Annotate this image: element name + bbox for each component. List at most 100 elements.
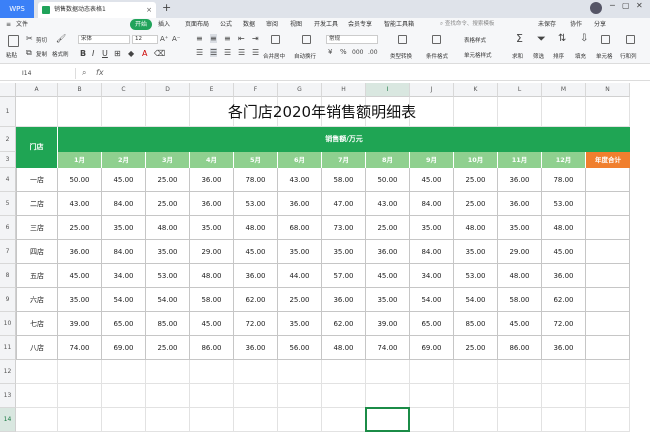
sales-value-cell[interactable]: 44.00 [278, 264, 322, 288]
minimize-icon[interactable]: ─ [610, 1, 615, 10]
sales-value-cell[interactable]: 58.00 [190, 288, 234, 312]
sales-value-cell[interactable]: 36.00 [542, 264, 586, 288]
sales-value-cell[interactable]: 45.00 [234, 240, 278, 264]
conditional-format-button[interactable]: 条件格式 [426, 52, 448, 60]
sales-value-cell[interactable]: 29.00 [190, 240, 234, 264]
align-right-icon[interactable]: ☰ [224, 48, 231, 57]
row-header-4[interactable]: 4 [0, 168, 16, 192]
sum-icon[interactable]: Σ [516, 33, 523, 44]
sales-value-cell[interactable]: 45.00 [498, 312, 542, 336]
store-name-cell[interactable]: 七店 [16, 312, 58, 336]
sales-value-cell[interactable]: 54.00 [410, 288, 454, 312]
column-header-a[interactable]: A [16, 83, 58, 97]
avatar[interactable] [590, 2, 602, 14]
row-header-2[interactable]: 2 [0, 127, 16, 152]
column-header-b[interactable]: B [58, 83, 102, 97]
font-grow-icon[interactable]: A⁺ [160, 35, 168, 44]
font-name-select[interactable]: 宋体 [78, 35, 130, 44]
column-header-k[interactable]: K [454, 83, 498, 97]
sales-value-cell[interactable]: 36.00 [278, 192, 322, 216]
collab-button[interactable]: 协作 [570, 18, 582, 31]
annual-total-cell[interactable] [586, 288, 630, 312]
sales-value-cell[interactable]: 35.00 [190, 216, 234, 240]
type-convert-icon[interactable] [398, 35, 407, 44]
table-style-button[interactable]: 表格样式 [464, 36, 486, 44]
menu-member[interactable]: 会员专享 [348, 18, 372, 31]
row-header-12[interactable]: 12 [0, 360, 16, 384]
menu-file[interactable]: 文件 [16, 18, 28, 31]
decimal-icon[interactable]: .00 [368, 48, 378, 57]
column-header-c[interactable]: C [102, 83, 146, 97]
italic-icon[interactable]: I [92, 49, 94, 58]
sales-value-cell[interactable]: 45.00 [190, 312, 234, 336]
menu-page-layout[interactable]: 页面布局 [185, 18, 209, 31]
annual-total-cell[interactable] [586, 216, 630, 240]
column-header-g[interactable]: G [278, 83, 322, 97]
sales-value-cell[interactable]: 25.00 [146, 168, 190, 192]
currency-icon[interactable]: ¥ [328, 48, 332, 57]
column-header-e[interactable]: E [190, 83, 234, 97]
paste-icon[interactable] [8, 35, 19, 47]
sales-value-cell[interactable]: 58.00 [322, 168, 366, 192]
sales-value-cell[interactable]: 45.00 [102, 168, 146, 192]
fx-icon[interactable]: fx [96, 67, 104, 78]
document-tab[interactable]: 销售数据动态表格1 × [38, 2, 156, 18]
merge-center-button[interactable]: 合并居中 [263, 52, 285, 60]
sales-value-cell[interactable]: 35.00 [410, 216, 454, 240]
sales-value-cell[interactable]: 54.00 [102, 288, 146, 312]
sales-value-cell[interactable]: 35.00 [278, 312, 322, 336]
sales-value-cell[interactable]: 65.00 [102, 312, 146, 336]
sales-value-cell[interactable]: 54.00 [146, 288, 190, 312]
column-header-f[interactable]: F [234, 83, 278, 97]
sales-value-cell[interactable]: 43.00 [366, 192, 410, 216]
annual-total-cell[interactable] [586, 312, 630, 336]
sales-value-cell[interactable]: 62.00 [542, 288, 586, 312]
row-header-3[interactable]: 3 [0, 152, 16, 168]
sales-value-cell[interactable]: 35.00 [146, 240, 190, 264]
sales-value-cell[interactable]: 65.00 [410, 312, 454, 336]
share-button[interactable]: 分享 [594, 18, 606, 31]
sales-value-cell[interactable]: 36.00 [542, 336, 586, 360]
menu-insert[interactable]: 插入 [158, 18, 170, 31]
sales-value-cell[interactable]: 35.00 [322, 240, 366, 264]
justify-icon[interactable]: ☰ [238, 48, 245, 57]
store-name-cell[interactable]: 三店 [16, 216, 58, 240]
sales-value-cell[interactable]: 53.00 [146, 264, 190, 288]
cell-style-button[interactable]: 单元格样式 [464, 51, 492, 59]
sales-value-cell[interactable]: 36.00 [190, 168, 234, 192]
sales-value-cell[interactable]: 35.00 [454, 240, 498, 264]
sales-value-cell[interactable]: 78.00 [234, 168, 278, 192]
merge-center-icon[interactable] [271, 35, 280, 44]
paste-button[interactable]: 粘贴 [6, 51, 17, 59]
sales-value-cell[interactable]: 54.00 [454, 288, 498, 312]
store-name-cell[interactable]: 二店 [16, 192, 58, 216]
row-header-5[interactable]: 5 [0, 192, 16, 216]
rows-cols-button[interactable]: 行和列 [620, 52, 637, 60]
sales-value-cell[interactable]: 74.00 [58, 336, 102, 360]
underline-icon[interactable]: U [102, 49, 108, 58]
sales-value-cell[interactable]: 36.00 [234, 264, 278, 288]
align-center-icon[interactable]: ☰ [210, 48, 218, 57]
active-cell-selection[interactable] [365, 407, 410, 432]
sales-value-cell[interactable]: 85.00 [146, 312, 190, 336]
row-header-14[interactable]: 14 [0, 408, 16, 432]
sales-value-cell[interactable]: 35.00 [102, 216, 146, 240]
copy-button[interactable]: 复制 [36, 50, 47, 58]
sales-value-cell[interactable]: 57.00 [322, 264, 366, 288]
sales-value-cell[interactable]: 36.00 [190, 192, 234, 216]
sales-value-cell[interactable]: 25.00 [58, 216, 102, 240]
row-header-7[interactable]: 7 [0, 240, 16, 264]
align-bottom-icon[interactable]: ≡ [224, 34, 231, 43]
annual-total-cell[interactable] [586, 192, 630, 216]
sort-icon[interactable]: ⇅ [558, 34, 566, 44]
menu-formulas[interactable]: 公式 [220, 18, 232, 31]
font-size-select[interactable]: 12 [132, 35, 158, 44]
sales-value-cell[interactable]: 35.00 [366, 288, 410, 312]
align-middle-icon[interactable]: ≡ [210, 34, 217, 43]
format-painter-button[interactable]: 格式刷 [52, 50, 69, 58]
sales-value-cell[interactable]: 48.00 [542, 216, 586, 240]
sales-value-cell[interactable]: 69.00 [410, 336, 454, 360]
wrap-text-icon[interactable] [302, 35, 311, 44]
menu-icon[interactable]: ≡ [6, 18, 11, 31]
bold-icon[interactable]: B [80, 49, 86, 58]
